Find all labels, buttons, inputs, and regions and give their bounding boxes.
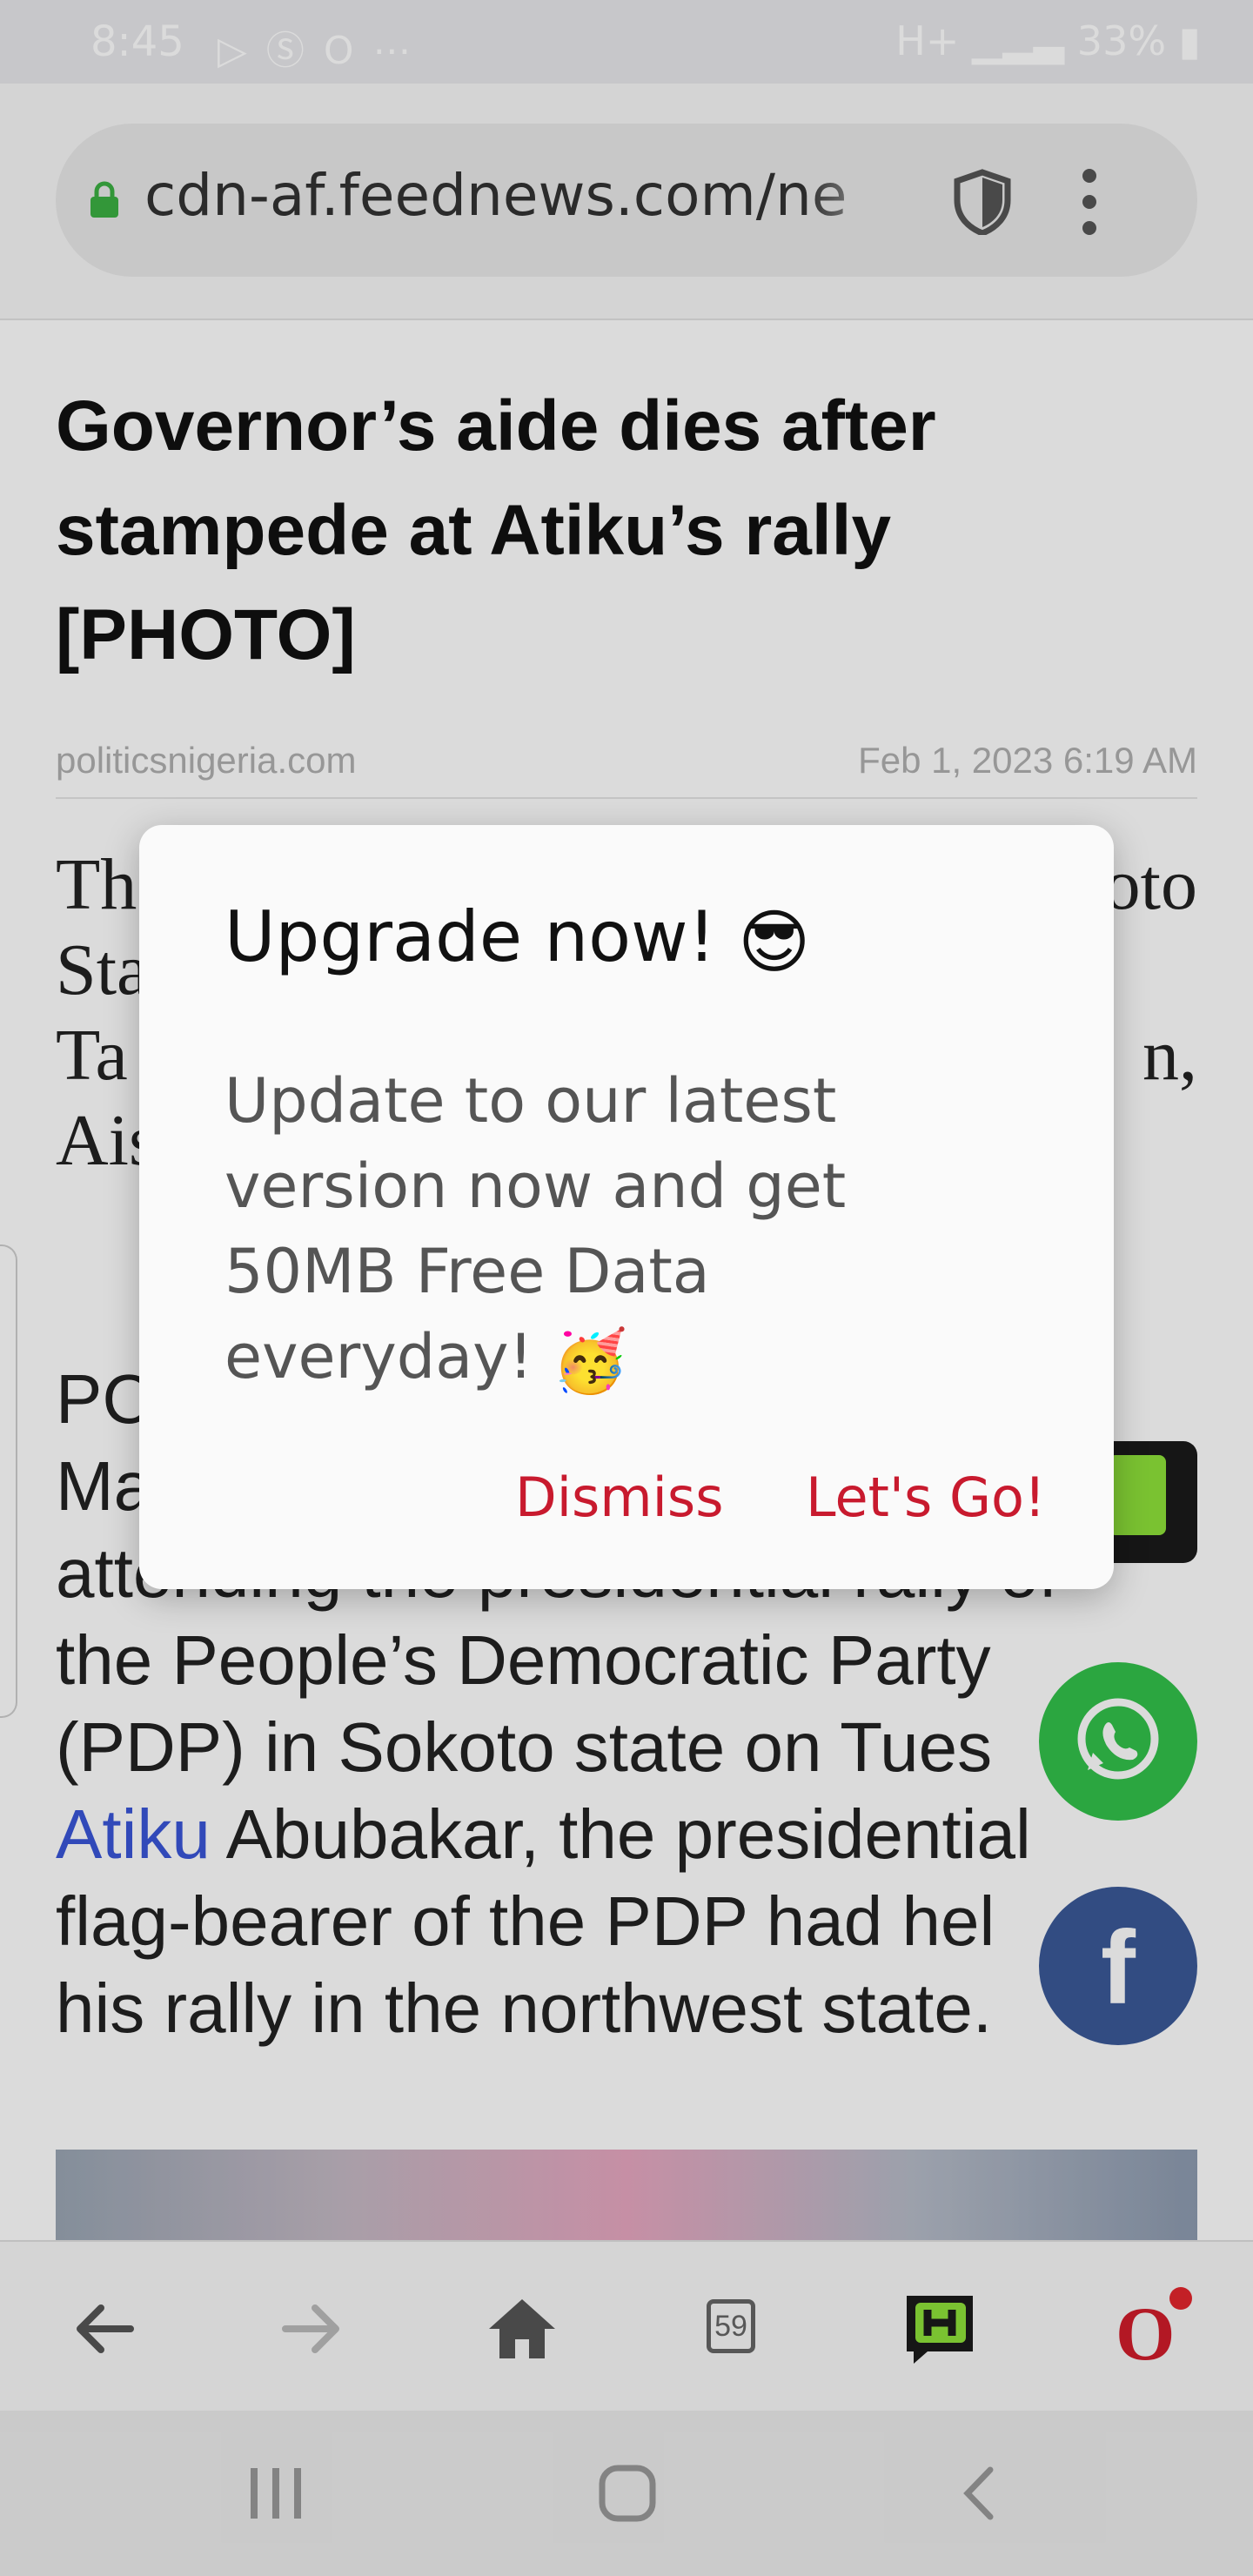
sunglasses-emoji-icon: 😎 (738, 901, 811, 983)
dialog-title-text: Upgrade now! (224, 896, 716, 977)
dialog-body-text: Update to our latest version now and get… (224, 1065, 847, 1392)
dismiss-button[interactable]: Dismiss (515, 1466, 724, 1529)
dialog-body: Update to our latest version now and get… (224, 1058, 938, 1404)
party-emoji-icon: 🥳 (552, 1325, 629, 1397)
dialog-title: Upgrade now! 😎 (224, 896, 810, 983)
upgrade-dialog: Upgrade now! 😎 Update to our latest vers… (139, 825, 1114, 1589)
lets-go-button[interactable]: Let's Go! (806, 1466, 1046, 1529)
